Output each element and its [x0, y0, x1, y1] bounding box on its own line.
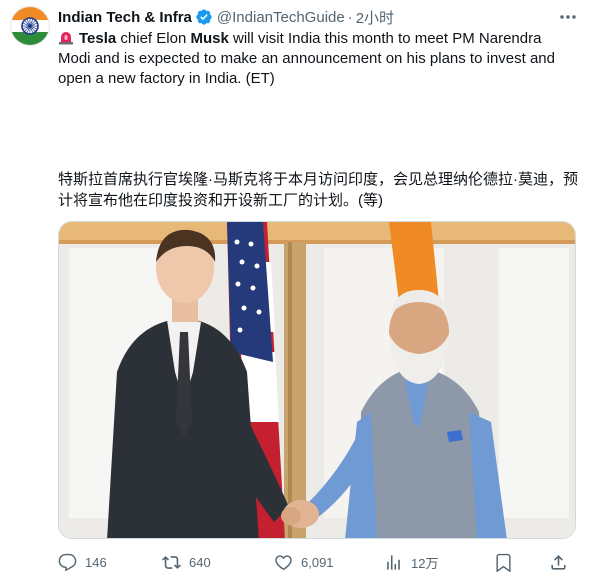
tweet-header: Indian Tech & Infra @IndianTechGuide · 2…: [58, 7, 394, 27]
reply-count: 146: [85, 554, 107, 570]
tweet-timestamp[interactable]: 2小时: [356, 7, 394, 28]
like-button[interactable]: 6,091: [274, 551, 334, 573]
like-count: 6,091: [301, 554, 334, 570]
retweet-count: 640: [189, 554, 211, 570]
retweet-button[interactable]: 640: [162, 551, 211, 573]
more-icon[interactable]: [556, 8, 580, 26]
author-name[interactable]: Indian Tech & Infra: [58, 9, 192, 26]
action-bar: 146 640 6,091 12万: [58, 551, 578, 573]
views-icon: [387, 554, 400, 570]
views-button[interactable]: 12万: [384, 551, 438, 573]
share-icon: [551, 554, 566, 570]
ashoka-chakra-icon: [11, 7, 49, 45]
reply-icon: [58, 553, 77, 571]
share-button[interactable]: [549, 551, 568, 573]
views-count: 12万: [411, 555, 439, 571]
reply-button[interactable]: 146: [58, 551, 107, 573]
bookmark-button[interactable]: [494, 551, 513, 573]
like-icon: [275, 554, 292, 570]
musk-modi-handshake-image: [59, 222, 575, 538]
verified-badge-icon[interactable]: [195, 8, 213, 26]
musk-text: Musk: [190, 30, 229, 47]
avatar[interactable]: [10, 6, 50, 46]
siren-icon: [58, 29, 74, 45]
retweet-icon: [162, 555, 181, 569]
tesla-text: Tesla: [79, 30, 117, 47]
author-handle[interactable]: @IndianTechGuide: [217, 9, 345, 26]
tweet-text: Tesla chief Elon Musk will visit India t…: [58, 29, 578, 89]
translated-text: 特斯拉首席执行官埃隆·马斯克将于本月访问印度，会见总理纳伦德拉·莫迪，预计将宣布…: [58, 171, 578, 209]
tweet: Indian Tech & Infra @IndianTechGuide · 2…: [0, 0, 594, 584]
bookmark-icon: [496, 553, 511, 572]
separator-dot: ·: [347, 8, 353, 26]
tweet-photo[interactable]: [58, 221, 576, 539]
tweet-text-part: chief Elon: [116, 30, 191, 47]
